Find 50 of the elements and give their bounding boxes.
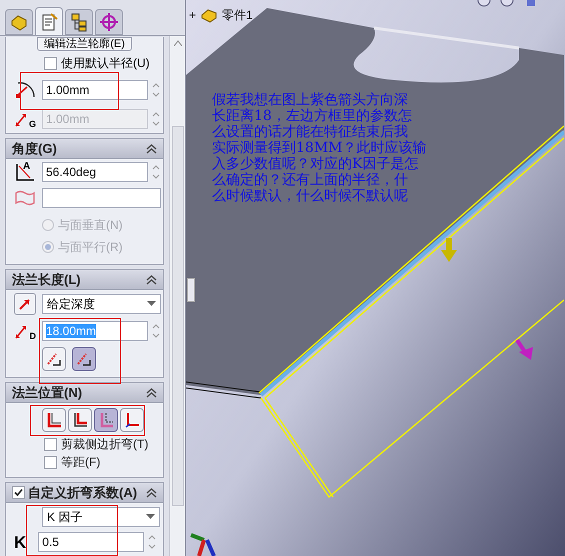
checkbox[interactable] — [12, 486, 25, 499]
part-icon — [200, 7, 218, 23]
collapse-chevron-icon[interactable] — [146, 388, 158, 398]
section-header[interactable]: 法兰长度(L) — [6, 270, 164, 290]
k-factor-label: K — [14, 534, 26, 550]
dropdown-arrow-icon[interactable] — [147, 301, 156, 307]
value-field[interactable]: 56.40deg — [42, 162, 148, 182]
measure-mode-button[interactable] — [72, 347, 96, 371]
checkbox-label: 等距(F) — [61, 454, 100, 471]
section-title: 法兰长度(L) — [12, 270, 82, 289]
checkbox-label: 剪裁侧边折弯(T) — [61, 436, 148, 453]
radio-label: 与面垂直(N) — [58, 217, 123, 234]
part-name[interactable]: 零件1 — [222, 6, 253, 24]
end-condition-dropdown[interactable]: 给定深度 — [42, 294, 161, 314]
checkbox[interactable] — [44, 456, 57, 468]
crosshair-icon — [98, 11, 120, 33]
checkbox[interactable] — [44, 438, 57, 450]
face-outline-icon — [14, 189, 36, 207]
section-header[interactable]: 法兰位置(N) — [6, 383, 164, 403]
flange-position-button[interactable] — [42, 408, 66, 432]
section-title: 角度(G) — [12, 140, 58, 158]
measure-mode-button[interactable] — [42, 347, 66, 371]
collapse-chevron-icon[interactable] — [146, 488, 158, 498]
tree-expander[interactable]: + — [189, 9, 196, 21]
section-title: 法兰位置(N) — [12, 384, 84, 402]
value-field[interactable]: 0.5 — [38, 532, 144, 552]
flange-position-button[interactable] — [68, 408, 92, 432]
bend-allowance-type-dropdown[interactable]: K 因子 — [42, 507, 160, 527]
bend-radius-icon — [14, 79, 36, 101]
axis-triad-icon — [190, 533, 216, 556]
section-title: 自定义折弯系数(A) — [28, 484, 138, 502]
panel-tab[interactable] — [65, 9, 93, 35]
graphics-viewport[interactable]: + 零件1 假若我想在图上紫色箭头方向深 长距离18，左边方框里的参数怎 么设置的话才能在特征结束后我 实际测量得到18MM？此时应该输 入多少数值呢？对应的K因子是怎 么确定的？还有上面的半径，什 么时候默认，什么时候不默认呢 — [186, 0, 565, 556]
radio-label: 与面平行(R) — [58, 239, 123, 256]
scroll-up-icon[interactable] — [174, 40, 182, 46]
panel-collapse-handle[interactable] — [187, 278, 195, 302]
collapse-chevron-icon[interactable] — [146, 144, 158, 154]
checkbox[interactable] — [44, 56, 57, 70]
scrollbar[interactable] — [169, 36, 185, 556]
section-header[interactable]: 角度(G) — [6, 139, 164, 159]
section-header[interactable]: 自定义折弯系数(A) — [6, 483, 164, 503]
value-field[interactable]: 1.00mm — [42, 80, 148, 100]
dropdown-arrow-icon[interactable] — [146, 514, 155, 520]
reference-face-field[interactable] — [42, 188, 161, 208]
collapse-chevron-icon[interactable] — [146, 274, 158, 284]
checkbox-label: 使用默认半径(U) — [61, 55, 150, 72]
edit-flange-profile-button[interactable]: 编辑法兰轮廓(E) — [37, 37, 132, 51]
panel-tab[interactable] — [35, 7, 63, 35]
reverse-direction-button[interactable] — [14, 293, 36, 315]
annotation-text: 假若我想在图上紫色箭头方向深 长距离18，左边方框里的参数怎 么设置的话才能在特征结束后我 实际测量得到18MM？此时应该输 入多少数值呢？对应的K因子是怎 么确定的？还有上面的半径，什 么时候默认，什么时候不默认呢 — [212, 92, 426, 204]
